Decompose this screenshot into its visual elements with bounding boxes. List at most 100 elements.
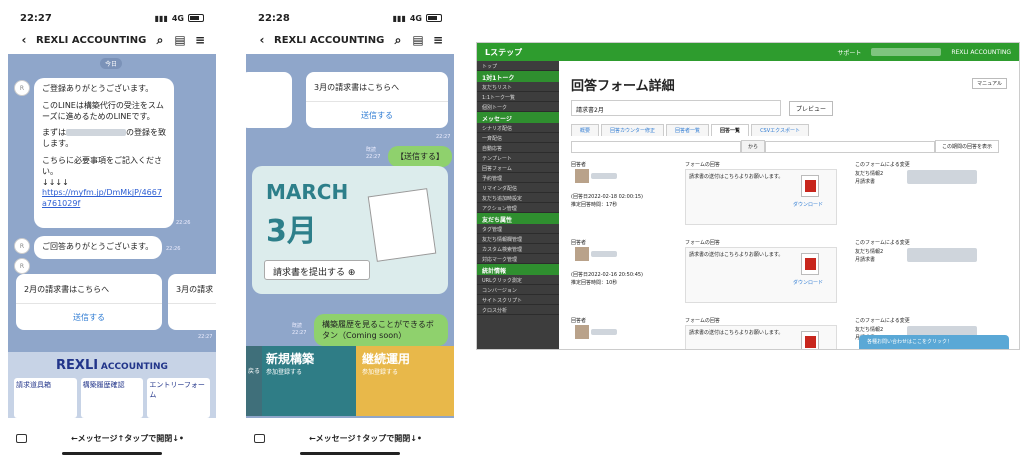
contact-popup[interactable]: 各種お問い合わせはここをクリック！ — [859, 335, 1009, 349]
keyboard-icon[interactable] — [254, 433, 265, 443]
sidebar-item[interactable]: シナリオ配信 — [477, 123, 559, 133]
sidebar-item[interactable]: アクション管理 — [477, 203, 559, 213]
back-icon[interactable]: ‹ — [16, 33, 32, 47]
menu-icon[interactable]: ≡ — [192, 33, 208, 47]
search-icon[interactable]: ⌕ — [390, 33, 406, 48]
manual-button[interactable]: マニュアル — [972, 78, 1007, 89]
answer-text: 請求書の送付はこちらよりお願いします。 — [689, 330, 784, 336]
col-user-label: 回答者 — [571, 240, 587, 246]
status-time: 22:27 — [20, 12, 52, 24]
sidebar-section: メッセージ — [477, 112, 559, 123]
avatar[interactable]: R — [14, 238, 30, 254]
menu-item-continue[interactable]: 継続運用 参加登録する — [358, 346, 454, 416]
tab-respondents[interactable]: 回答者一覧 — [666, 124, 710, 136]
card-title: 2月の請求書はこちらへ — [16, 274, 162, 304]
search-icon[interactable]: ⌕ — [152, 33, 168, 48]
menu-toggle[interactable]: ←メッセージ↑タップで開閉↓• — [47, 433, 208, 444]
sidebar-section: 友だち属性 — [477, 213, 559, 224]
user-avatar[interactable] — [575, 169, 589, 183]
menu-toggle[interactable]: ←メッセージ↑タップで開閉↓• — [285, 433, 446, 444]
invoice-card-mar: 3月の請求 — [168, 274, 216, 330]
sidebar-item[interactable]: クロス分析 — [477, 305, 559, 315]
change-field: 月請求書 — [855, 257, 876, 263]
chat-title: REXLI ACCOUNTING — [274, 34, 385, 46]
note-icon[interactable]: ▤ — [172, 33, 188, 47]
blurred-text — [591, 329, 617, 335]
date-chip: 今日 — [100, 58, 123, 69]
tab-overview[interactable]: 概要 — [571, 124, 600, 136]
home-indicator — [300, 452, 400, 455]
status-time: 22:28 — [258, 12, 290, 24]
menu-item-history[interactable]: 構築履歴確認 — [80, 378, 144, 418]
sidebar-item[interactable]: 予約管理 — [477, 173, 559, 183]
lstep-admin-window: Lステップ サポート REXLI ACCOUNTING トップ 1対1トーク 友だちリ… — [476, 42, 1020, 350]
sidebar-item[interactable]: 友だちリスト — [477, 82, 559, 92]
sidebar-item[interactable]: 友だち追加時設定 — [477, 193, 559, 203]
pdf-icon[interactable] — [801, 331, 819, 349]
sidebar-item[interactable]: 友だち情報欄管理 — [477, 234, 559, 244]
phone-screen-1: 22:27 ▮▮▮ 4G ‹ REXLI ACCOUNTING ⌕ ▤ ≡ 今日 … — [8, 8, 216, 458]
date-to-input[interactable] — [765, 140, 936, 153]
user-avatar[interactable] — [575, 247, 589, 261]
form-name-field[interactable]: 請求書2月 — [571, 100, 781, 116]
sidebar-item[interactable]: サイトスクリプト — [477, 295, 559, 305]
pdf-icon[interactable] — [801, 175, 819, 197]
rich-menu-logo: REXLI ACCOUNTING — [8, 352, 216, 373]
sidebar-item[interactable]: タグ管理 — [477, 224, 559, 234]
banner-month-en: MARCH — [266, 180, 349, 204]
sidebar-item[interactable]: トップ — [477, 61, 559, 71]
user-avatar[interactable] — [575, 325, 589, 339]
keyboard-icon[interactable] — [16, 433, 27, 443]
sidebar-item[interactable]: 1:1トーク一覧 — [477, 92, 559, 102]
menu-item-invoice-tools[interactable]: 請求道具箱 — [14, 378, 77, 418]
menu-item-new-build[interactable]: 新規構築 参加登録する — [262, 346, 356, 416]
account-menu[interactable]: REXLI ACCOUNTING — [951, 49, 1011, 56]
back-icon[interactable]: ‹ — [254, 33, 270, 47]
show-period-button[interactable]: この期間の回答を表示 — [935, 140, 1000, 153]
msg-line: まずは — [42, 128, 66, 138]
avatar[interactable]: R — [14, 258, 30, 274]
avatar[interactable]: R — [14, 80, 30, 96]
answer-list: 回答者 (回答日2022-02-18 02:00:15) 推定回答時間：17秒 フォー… — [571, 153, 1007, 349]
sidebar-item[interactable]: リマインダ配信 — [477, 183, 559, 193]
sidebar-item[interactable]: カスタム検索管理 — [477, 244, 559, 254]
tab-counter[interactable]: 回答カウンター修正 — [601, 124, 665, 136]
sidebar-item[interactable]: URLクリック測定 — [477, 275, 559, 285]
sidebar-item[interactable]: 対応マーク管理 — [477, 254, 559, 264]
sidebar-item[interactable]: 一斉配信 — [477, 133, 559, 143]
message-time: 22:27 — [366, 154, 381, 160]
sidebar-item[interactable]: 自動応答 — [477, 143, 559, 153]
tab-csv[interactable]: CSVエクスポート — [751, 124, 809, 136]
send-button[interactable]: 送信する — [16, 304, 162, 331]
preview-button[interactable]: プレビュー — [789, 100, 834, 116]
sidebar-item[interactable]: 個別トーク — [477, 102, 559, 112]
support-menu[interactable]: サポート — [837, 48, 861, 57]
chat-header: ‹ REXLI ACCOUNTING ⌕ ▤ ≡ — [246, 28, 454, 52]
menu-prev[interactable]: 戻る — [246, 346, 262, 416]
sidebar-section: 1対1トーク — [477, 71, 559, 82]
blurred-text — [871, 48, 942, 56]
col-user-label: 回答者 — [571, 162, 587, 168]
invoice-card-feb-partial — [246, 72, 292, 128]
change-field: 友だち情報2 — [855, 171, 884, 177]
send-button[interactable]: 送信する — [306, 102, 448, 129]
form-link[interactable]: https://myfm.jp/DmMkjP/4667a761029f — [42, 188, 166, 210]
pdf-icon[interactable] — [801, 253, 819, 275]
tab-answers[interactable]: 回答一覧 — [711, 124, 750, 136]
answer-row: 回答者 (回答日2022-02-16 20:50:45) 推定回答時間：10秒 フォー… — [571, 239, 1007, 309]
download-link[interactable]: ダウンロード — [793, 279, 823, 286]
note-icon[interactable]: ▤ — [410, 33, 426, 47]
march-banner[interactable]: MARCH 3月 請求書を提出する ⊕ — [252, 166, 448, 294]
msg-line: ↓↓↓↓ — [42, 177, 69, 187]
document-illustration — [367, 188, 437, 262]
col-change-label: このフォームによる変更 — [855, 240, 910, 246]
date-from-input[interactable] — [571, 140, 741, 153]
sidebar-item[interactable]: テンプレート — [477, 153, 559, 163]
download-link[interactable]: ダウンロード — [793, 201, 823, 208]
sidebar-item[interactable]: 回答フォーム — [477, 163, 559, 173]
sidebar-item[interactable]: コンバージョン — [477, 285, 559, 295]
menu-item-entry-form[interactable]: エントリーフォーム — [147, 378, 211, 418]
submit-invoice-button[interactable]: 請求書を提出する ⊕ — [264, 260, 370, 280]
col-change-label: このフォームによる変更 — [855, 162, 910, 168]
menu-icon[interactable]: ≡ — [430, 33, 446, 47]
